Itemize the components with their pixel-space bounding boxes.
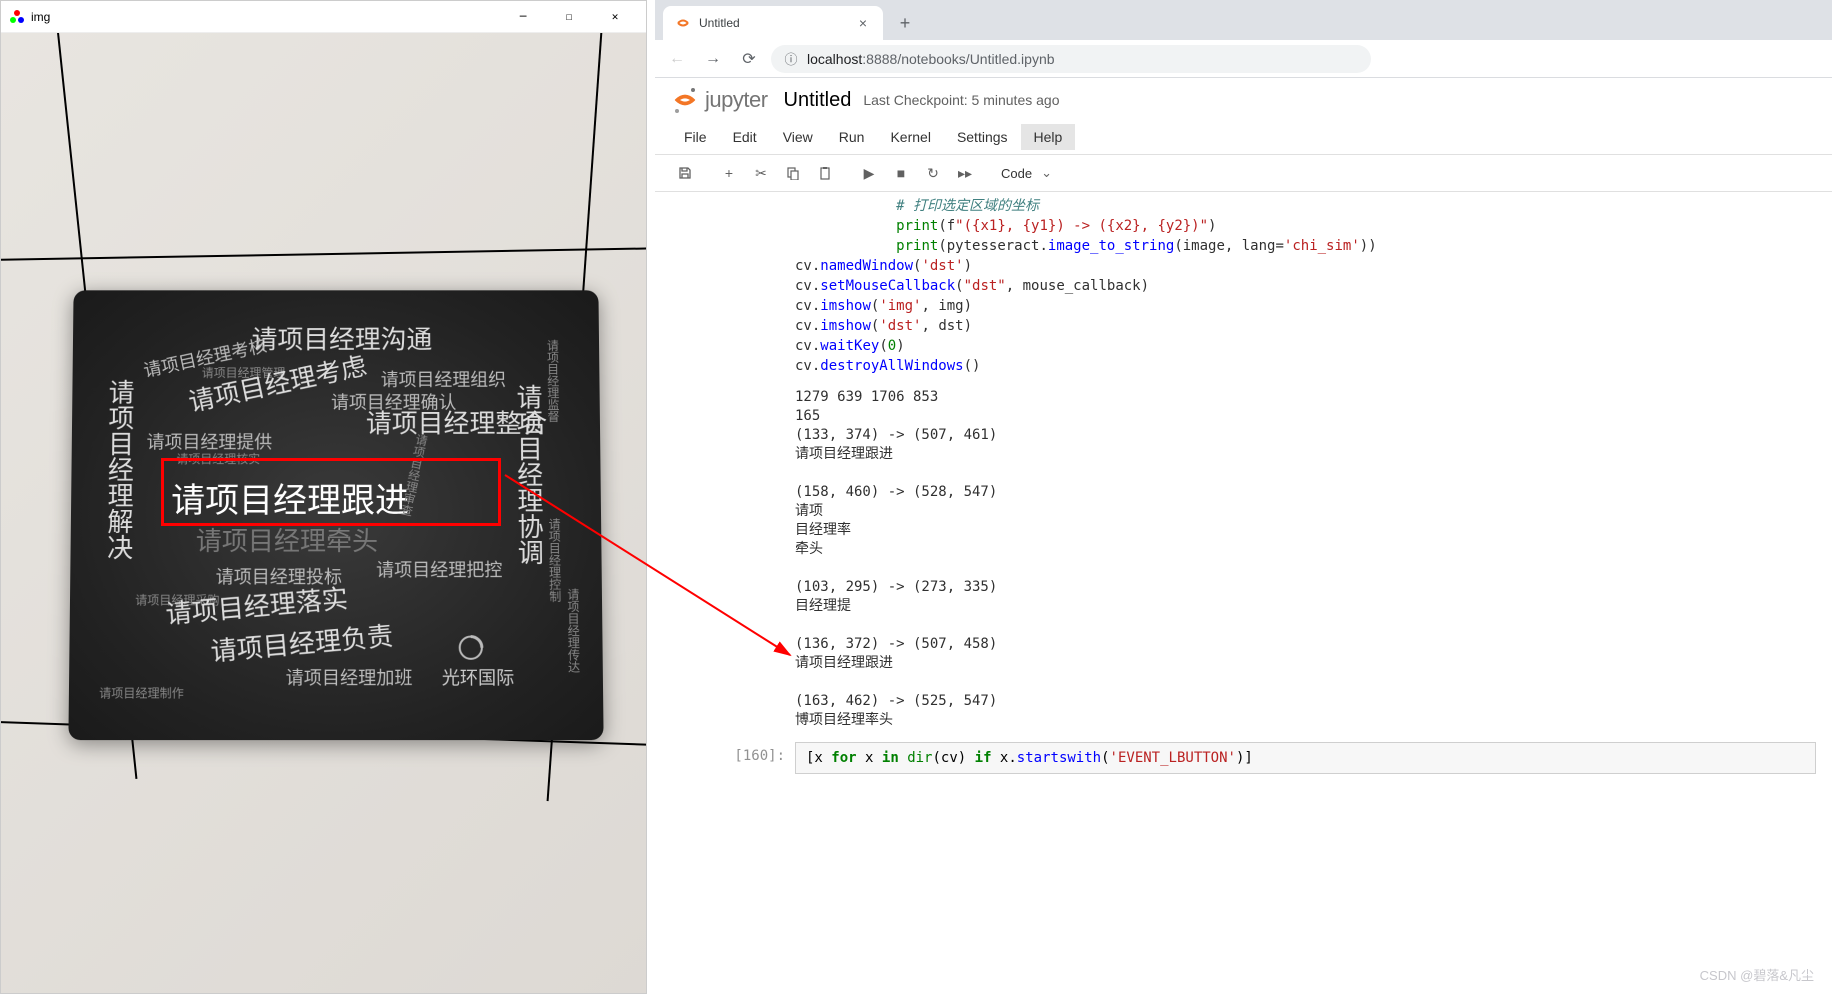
output-text: 1279 639 1706 853 165 (133, 374) -> (507… [655,380,1832,738]
back-button[interactable]: ← [663,45,691,73]
jupyter-brand: jupyter [705,87,768,113]
code-input[interactable]: [x for x in dir(cv) if x.startswith('EVE… [795,742,1816,774]
url-input[interactable]: ⓘ localhost:8888/notebooks/Untitled.ipyn… [771,45,1371,73]
menu-run[interactable]: Run [826,124,878,150]
fast-forward-icon[interactable]: ▸▸ [951,161,979,185]
cell-type-select[interactable]: Code [991,164,1060,183]
menu-settings[interactable]: Settings [944,124,1021,150]
menu-view[interactable]: View [770,124,826,150]
menu-edit[interactable]: Edit [720,124,770,150]
menu-help[interactable]: Help [1021,124,1076,150]
menu-bar: File Edit View Run Kernel Settings Help [655,120,1832,155]
forward-button[interactable]: → [699,45,727,73]
window-controls: ─ ☐ ✕ [500,2,638,32]
new-tab-button[interactable]: + [891,9,919,37]
cell-prompt: [160]: [671,742,795,774]
paste-icon[interactable] [811,161,839,185]
stop-icon[interactable]: ■ [887,161,915,185]
maximize-button[interactable]: ☐ [546,2,592,32]
jupyter-header: jupyter Untitled Last Checkpoint: 5 minu… [655,78,1832,114]
url-text: localhost:8888/notebooks/Untitled.ipynb [807,51,1055,67]
cv-titlebar: img ─ ☐ ✕ [1,1,646,33]
pad-text: 请项目经理监督 [544,339,562,422]
pad-text: 请项目经理协调 [510,384,548,565]
browser-window: Untitled × + ← → ⟳ ⓘ localhost:8888/note… [655,0,1832,994]
brand-logo-icon [457,634,485,662]
tab-close-icon[interactable]: × [855,15,871,31]
pad-text: 请项目经理传达 [565,588,583,673]
notebook-area[interactable]: # 打印选定区域的坐标 print(f"({x1}, {y1}) -> ({x2… [655,192,1832,986]
menu-kernel[interactable]: Kernel [877,124,943,150]
pad-text: 请项目经理控制 [546,518,564,602]
browser-tab[interactable]: Untitled × [663,6,883,40]
cv-window-title: img [31,10,500,24]
code-cell-content[interactable]: # 打印选定区域的坐标 print(f"({x1}, {y1}) -> ({x2… [655,192,1832,380]
pad-text: 请项目经理加班 [286,664,413,690]
watermark: CSDN @碧落&凡尘 [1700,965,1814,984]
cut-icon[interactable]: ✂ [747,161,775,185]
save-icon[interactable] [671,161,699,185]
cv-image-area[interactable]: 请项目经理沟通 请项目经理考核 请项目经理管理 请项目经理组织 请项目经理考虑 … [1,33,646,993]
pad-text: 请项目经理牵头 [196,521,378,558]
pad-text: 请项目经理解决 [101,379,140,560]
jupyter-tab-icon [675,15,691,31]
jupyter-logo-icon [671,86,699,114]
tab-title: Untitled [699,16,855,30]
address-bar: ← → ⟳ ⓘ localhost:8888/notebooks/Untitle… [655,40,1832,78]
toolbar: + ✂ ▶ ■ ↻ ▸▸ Code [655,155,1832,192]
notebook-name[interactable]: Untitled [784,89,852,112]
opencv-icon [9,9,25,25]
brand-text: 光环国际 [442,664,515,690]
close-button[interactable]: ✕ [592,2,638,32]
opencv-window: img ─ ☐ ✕ 请项目经理沟通 请项目经理考核 请项目经理管理 请项目经理组… [0,0,647,994]
run-icon[interactable]: ▶ [855,161,883,185]
minimize-button[interactable]: ─ [500,2,546,32]
checkpoint-text: Last Checkpoint: 5 minutes ago [863,92,1059,108]
selection-rectangle [161,458,501,526]
copy-icon[interactable] [779,161,807,185]
pad-text: 请项目经理制作 [99,684,184,701]
input-cell-160[interactable]: [160]: [x for x in dir(cv) if x.startswi… [655,738,1832,778]
reload-button[interactable]: ⟳ [735,45,763,73]
tab-strip: Untitled × + [655,0,1832,40]
pad-text: 请项目经理把控 [376,556,502,582]
menu-file[interactable]: File [671,124,720,150]
restart-icon[interactable]: ↻ [919,161,947,185]
site-info-icon[interactable]: ⓘ [783,51,799,67]
add-cell-icon[interactable]: + [715,161,743,185]
